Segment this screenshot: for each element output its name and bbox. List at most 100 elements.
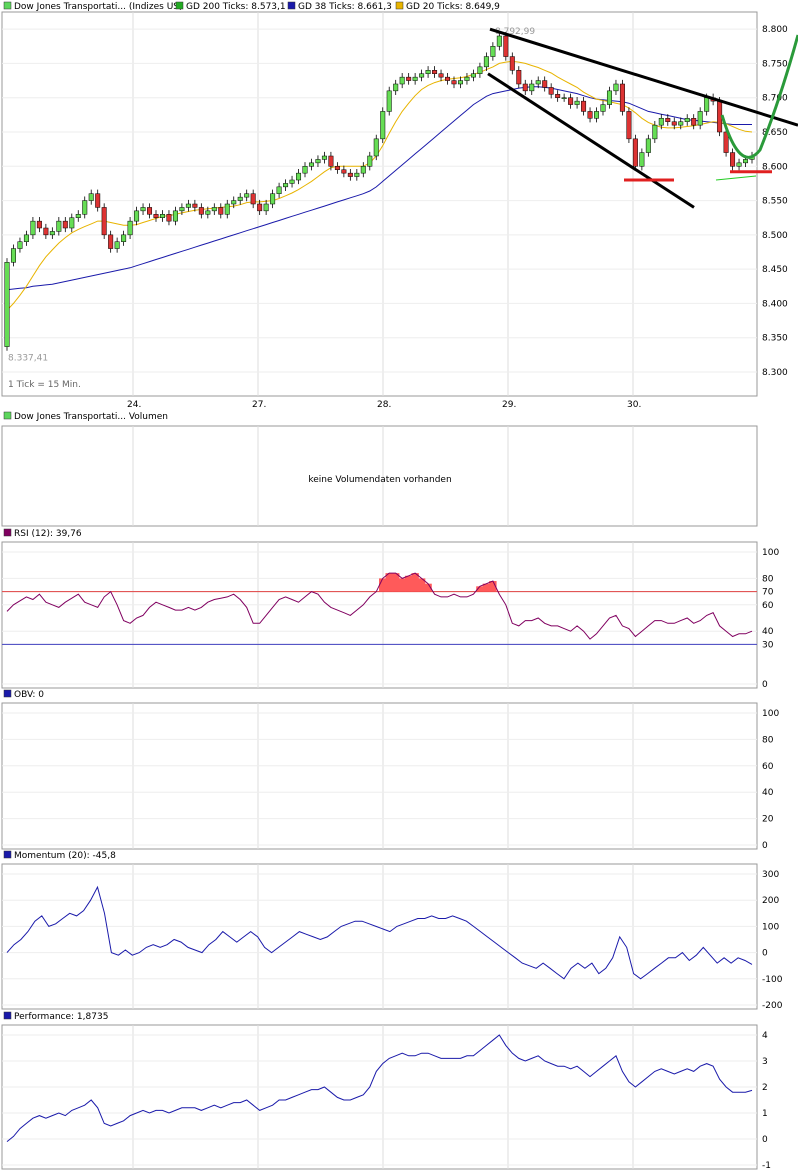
obv-title-swatch xyxy=(3,689,12,698)
candle-body xyxy=(321,155,327,160)
momentum-frame xyxy=(1,863,758,1010)
candle-body xyxy=(658,118,664,126)
candle-body xyxy=(347,172,353,177)
obv-ytick-label: 0 xyxy=(762,841,768,851)
price-ytick-label: 8.800 xyxy=(762,25,788,35)
candle-body xyxy=(360,166,366,174)
candle-body xyxy=(49,231,55,236)
rsi-ytick-label: 0 xyxy=(762,680,768,690)
candle-body xyxy=(477,66,483,74)
candle-body xyxy=(101,207,107,236)
candle-body xyxy=(619,83,625,112)
chart-canvas: 8.3008.3508.4008.4508.5008.5508.6008.650… xyxy=(1,1,798,1171)
candle-body xyxy=(334,166,340,170)
candle-body xyxy=(140,207,146,212)
momentum-ytick-label: -100 xyxy=(762,975,783,985)
candle-body xyxy=(23,234,29,242)
candle-body xyxy=(697,111,703,126)
price-ytick-label: 8.350 xyxy=(762,334,788,344)
candle-body xyxy=(548,87,554,95)
candle-body xyxy=(257,203,263,212)
candle-body xyxy=(555,94,561,98)
candle-body xyxy=(198,207,204,215)
candle-body xyxy=(432,70,438,74)
candle-body xyxy=(645,138,651,153)
candle-body xyxy=(613,83,619,92)
candle-body xyxy=(367,155,373,167)
price-frame xyxy=(1,11,758,397)
candle-body xyxy=(574,100,580,105)
candle-body xyxy=(581,100,587,112)
obv-ytick-label: 20 xyxy=(762,815,774,825)
candle-body xyxy=(594,111,600,119)
rsi-ytick-label: 30 xyxy=(762,640,774,650)
candle-body xyxy=(270,193,276,205)
rsi-ytick-label: 100 xyxy=(762,548,779,558)
candle-body xyxy=(516,70,522,85)
candle-body xyxy=(224,203,230,215)
candle-body xyxy=(296,172,302,181)
candle-body xyxy=(82,200,88,215)
performance-ytick-label: 2 xyxy=(762,1083,768,1093)
rsi-ytick-label: 60 xyxy=(762,601,774,611)
volume-title: Dow Jones Transportati... Volumen xyxy=(14,412,168,422)
rsi-ytick-label: 40 xyxy=(762,627,774,637)
price-legend-item: GD 38 Ticks: 8.661,3 xyxy=(298,2,392,12)
candle-body xyxy=(490,46,496,57)
candle-body xyxy=(445,76,451,81)
performance-ytick-label: 4 xyxy=(762,1031,768,1041)
candle-body xyxy=(153,214,159,218)
candle-body xyxy=(62,220,68,229)
price-ytick-label: 8.750 xyxy=(762,59,788,69)
candle-body xyxy=(114,241,120,249)
price-legend-item-swatch xyxy=(287,1,296,10)
price-ytick-label: 8.400 xyxy=(762,299,788,309)
candle-body xyxy=(341,169,347,174)
candle-body xyxy=(671,121,677,126)
candle-body xyxy=(276,186,282,194)
price-legend-item-swatch xyxy=(175,1,184,10)
candle-body xyxy=(69,217,75,229)
candle-body xyxy=(561,97,567,99)
volume-empty-message: keine Volumendaten vorhanden xyxy=(308,475,451,485)
candle-body xyxy=(315,159,321,164)
price-legend-item: GD 20 Ticks: 8.649,9 xyxy=(406,2,500,12)
obv-frame xyxy=(1,702,758,850)
candle-body xyxy=(691,118,697,126)
candle-body xyxy=(425,70,431,74)
rsi-ytick-label: 80 xyxy=(762,574,774,584)
price-ytick-label: 8.500 xyxy=(762,231,788,241)
candle-body xyxy=(231,200,237,205)
candle-body xyxy=(244,193,250,198)
candle-body xyxy=(185,203,191,208)
candle-body xyxy=(192,203,198,208)
candle-body xyxy=(308,162,314,167)
price-ytick-label: 8.450 xyxy=(762,265,788,275)
candle-body xyxy=(684,118,690,122)
candle-body xyxy=(172,210,178,222)
price-ytick-label: 8.300 xyxy=(762,368,788,378)
rsi-title-swatch xyxy=(3,528,12,537)
date-xtick-label: 24. xyxy=(127,400,141,410)
candle-body xyxy=(639,152,645,167)
momentum-ytick-label: 200 xyxy=(762,896,779,906)
candle-body xyxy=(283,183,289,188)
candle-body xyxy=(237,196,243,201)
performance-title-swatch xyxy=(3,1011,12,1020)
candle-body xyxy=(134,210,140,222)
candle-body xyxy=(587,111,593,119)
candle-body xyxy=(75,214,81,218)
price-legend-item: Dow Jones Transportati... (Indizes US) xyxy=(14,2,183,12)
candle-body xyxy=(568,97,574,105)
candle-body xyxy=(380,111,386,140)
rsi-ytick-label: 70 xyxy=(762,588,774,598)
performance-ytick-label: -1 xyxy=(762,1161,771,1171)
price-ytick-label: 8.700 xyxy=(762,94,788,104)
candle-body xyxy=(43,227,49,236)
candle-body xyxy=(509,56,515,71)
momentum-ytick-label: 300 xyxy=(762,870,779,880)
candle-body xyxy=(147,207,153,215)
candle-body xyxy=(626,111,632,140)
candle-body xyxy=(600,104,606,112)
performance-ytick-label: 3 xyxy=(762,1057,768,1067)
